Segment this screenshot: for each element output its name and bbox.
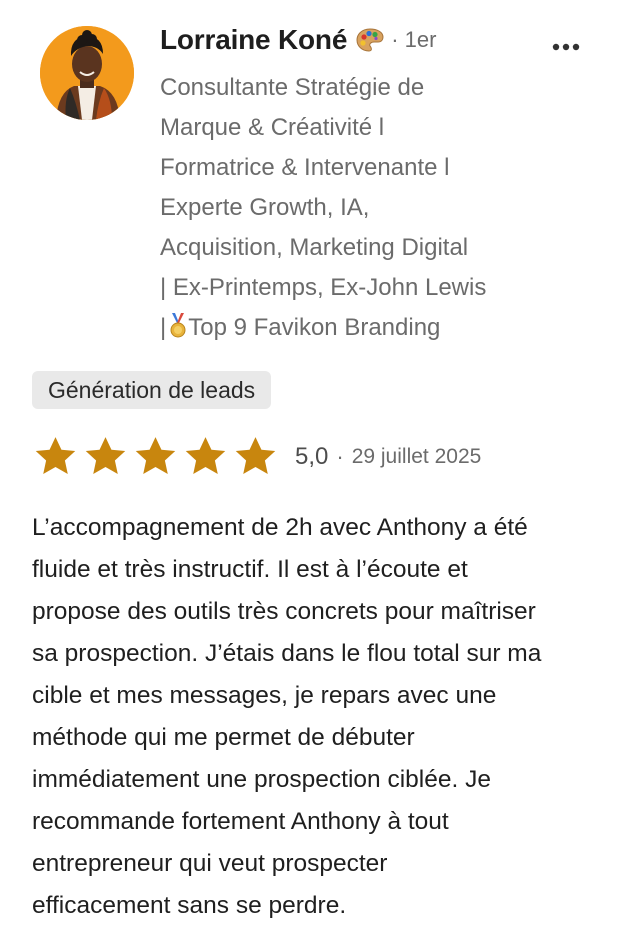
review-card: Lorraine Koné · 1er Consultante Stratégi… xyxy=(0,0,626,938)
review-date: 29 juillet 2025 xyxy=(351,445,482,468)
artist-palette-icon xyxy=(355,27,385,53)
headline-line: Experte Growth, IA, xyxy=(160,194,370,221)
headline-line: Consultante Stratégie de xyxy=(160,74,425,101)
review-line: recommande fortement Anthony à tout xyxy=(32,808,449,835)
review-line: L’accompagnement de 2h avec Anthony a ét… xyxy=(32,514,528,541)
more-options-button[interactable] xyxy=(548,34,584,60)
headline-line: Acquisition, Marketing Digital xyxy=(160,234,469,261)
review-text: L’accompagnement de 2h avec Anthony a ét… xyxy=(32,507,612,927)
avatar[interactable] xyxy=(40,26,134,120)
review-line: immédiatement une prospection ciblée. Je xyxy=(32,766,491,793)
rating-row: 5,0 · 29 juillet 2025 xyxy=(32,434,481,480)
review-line: méthode qui me permet de débuter xyxy=(32,724,415,751)
star-icon xyxy=(85,437,126,475)
headline-line: Marque & Créativité l xyxy=(160,114,385,141)
review-line: fluide et très instructif. Il est à l’éc… xyxy=(32,556,468,583)
rating-separator: · xyxy=(336,444,344,469)
reviewer-name-row: Lorraine Koné · 1er xyxy=(160,24,436,56)
more-options-icon xyxy=(552,43,580,51)
headline-line: Formatrice & Intervenante l xyxy=(160,154,450,181)
headline-pipe: | xyxy=(160,314,167,341)
star-icon xyxy=(35,437,76,475)
connection-degree: · 1er xyxy=(391,27,437,52)
star-icon xyxy=(135,437,176,475)
headline-line-last: | Top 9 Favikon Branding xyxy=(160,308,560,348)
star-icon xyxy=(185,437,226,475)
star-icon xyxy=(235,437,276,475)
headline-last-text: Top 9 Favikon Branding xyxy=(188,314,441,341)
review-line: sa prospection. J’étais dans le flou tot… xyxy=(32,640,542,667)
review-line: entrepreneur qui veut prospecter xyxy=(32,850,388,877)
star-rating xyxy=(32,434,279,480)
review-line: efficacement sans se perdre. xyxy=(32,892,347,919)
reviewer-headline: Consultante Stratégie de Marque & Créati… xyxy=(160,68,560,348)
service-tag: Génération de leads xyxy=(32,371,272,409)
headline-line: | Ex-Printemps, Ex-John Lewis xyxy=(160,274,487,301)
review-line: cible et mes messages, je repars avec un… xyxy=(32,682,497,709)
rating-score: 5,0 xyxy=(295,443,329,470)
review-line: propose des outils très concrets pour ma… xyxy=(32,598,536,625)
reviewer-name[interactable]: Lorraine Koné xyxy=(160,24,347,56)
medal-icon xyxy=(169,312,187,338)
